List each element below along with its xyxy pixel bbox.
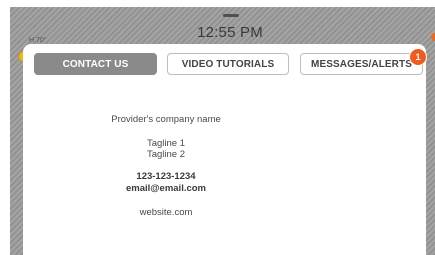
- messages-badge: 1: [409, 48, 427, 66]
- tab-contact-us-label: CONTACT US: [62, 58, 129, 70]
- company-name: Provider's company name: [111, 114, 221, 125]
- tagline-2: Tagline 2: [146, 149, 186, 160]
- weather-label: H 70°: [29, 37, 47, 44]
- tab-messages-alerts-label: MESSAGES/ALERTS: [311, 58, 412, 70]
- website-link[interactable]: website.com: [94, 207, 238, 219]
- phone-number[interactable]: 123-123-1234: [94, 171, 238, 183]
- contact-info: Provider's company name Tagline 1 Taglin…: [94, 114, 238, 219]
- tagline-1: Tagline 1: [146, 138, 186, 149]
- phone-email-block: 123-123-1234 email@email.com: [94, 171, 238, 195]
- drag-handle-icon[interactable]: [223, 14, 239, 17]
- taglines: Tagline 1 Tagline 2: [94, 138, 238, 160]
- screen: 12:55 PM H 70° CONTACT US VIDEO TUTORIAL…: [0, 0, 435, 255]
- tab-video-tutorials[interactable]: VIDEO TUTORIALS: [167, 53, 289, 75]
- tab-video-tutorials-label: VIDEO TUTORIALS: [181, 58, 275, 70]
- weather-widget: H 70°: [26, 37, 47, 44]
- clock-time: 12:55 PM: [197, 24, 263, 41]
- email-address[interactable]: email@email.com: [94, 183, 238, 195]
- tab-contact-us[interactable]: CONTACT US: [34, 53, 157, 75]
- contact-panel: CONTACT US VIDEO TUTORIALS MESSAGES/ALER…: [23, 44, 427, 255]
- tab-messages-alerts[interactable]: MESSAGES/ALERTS: [300, 53, 423, 75]
- status-dot-icon: [431, 33, 435, 41]
